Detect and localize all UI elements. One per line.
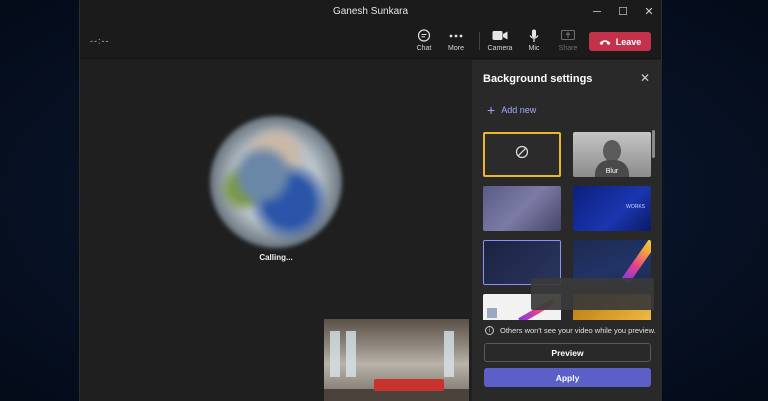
call-toolbar: --:-- Chat More Camera Mic Share Leave <box>80 23 661 59</box>
leave-label: Leave <box>615 36 642 47</box>
chat-icon <box>417 27 431 44</box>
call-status: Calling... <box>259 253 293 262</box>
window-title: Ganesh Sunkara <box>332 6 409 17</box>
branded-thumb-text: WORKS <box>626 204 645 210</box>
more-button[interactable]: More <box>438 27 474 57</box>
yeah-team-square-graphic <box>487 308 497 318</box>
blur-person-head <box>603 140 621 162</box>
panel-title: Background settings <box>483 73 593 85</box>
mic-label: Mic <box>528 45 540 52</box>
add-new-label: Add new <box>501 105 537 115</box>
close-panel-icon[interactable]: ✕ <box>640 71 650 85</box>
preview-window-pane <box>444 331 454 377</box>
call-timer: --:-- <box>90 36 110 46</box>
preview-window-pane <box>346 331 356 377</box>
microphone-icon <box>529 27 539 44</box>
self-video-preview[interactable] <box>324 319 469 401</box>
title-bar: Ganesh Sunkara ─ ☐ ✕ <box>80 0 661 23</box>
background-settings-panel: Background settings ✕ + Add new Blur WOR… <box>472 60 662 401</box>
leave-button[interactable]: Leave <box>589 32 651 51</box>
close-window-icon[interactable]: ✕ <box>643 5 655 18</box>
maximize-icon[interactable]: ☐ <box>617 5 629 18</box>
more-label: More <box>448 45 464 52</box>
preview-sofa <box>374 379 444 391</box>
background-thumb-blue-branded[interactable]: WORKS <box>573 186 651 231</box>
hang-up-icon <box>599 33 611 51</box>
more-dots-icon <box>449 27 463 44</box>
background-thumb-purple-abstract[interactable] <box>483 186 561 231</box>
blur-label: Blur <box>605 168 619 175</box>
preview-window-pane <box>330 331 340 377</box>
background-thumbnail-grid: Blur WORKS ☝ <box>472 132 654 320</box>
mic-button[interactable]: Mic <box>516 27 552 57</box>
add-new-background-button[interactable]: + Add new <box>487 102 537 118</box>
info-text: Others won't see your video while you pr… <box>500 326 656 335</box>
call-stage: Calling... <box>80 60 471 401</box>
preview-info-note: i Others won't see your video while you … <box>485 326 656 335</box>
plus-icon: + <box>487 102 496 118</box>
no-background-icon <box>515 145 529 164</box>
share-label: Share <box>558 45 578 52</box>
callee-avatar <box>210 116 342 248</box>
preview-button[interactable]: Preview <box>484 343 651 362</box>
background-thumb-none[interactable] <box>483 132 561 177</box>
share-button[interactable]: Share <box>550 27 586 57</box>
background-thumb-blur[interactable]: Blur <box>573 132 651 177</box>
share-screen-icon <box>561 27 575 44</box>
thumbnail-scrollbar[interactable] <box>652 130 655 158</box>
minimize-icon[interactable]: ─ <box>591 6 603 18</box>
chat-label: Chat <box>416 45 432 52</box>
info-icon: i <box>485 326 494 335</box>
chat-button[interactable]: Chat <box>406 27 442 57</box>
camera-label: Camera <box>487 45 513 52</box>
camera-button[interactable]: Camera <box>482 27 518 57</box>
teams-call-window: Ganesh Sunkara ─ ☐ ✕ --:-- Chat More Cam <box>79 0 662 401</box>
camera-icon <box>492 27 508 44</box>
hover-tooltip <box>531 278 654 310</box>
window-controls: ─ ☐ ✕ <box>591 0 655 23</box>
toolbar-divider <box>479 32 480 50</box>
apply-button[interactable]: Apply <box>484 368 651 387</box>
